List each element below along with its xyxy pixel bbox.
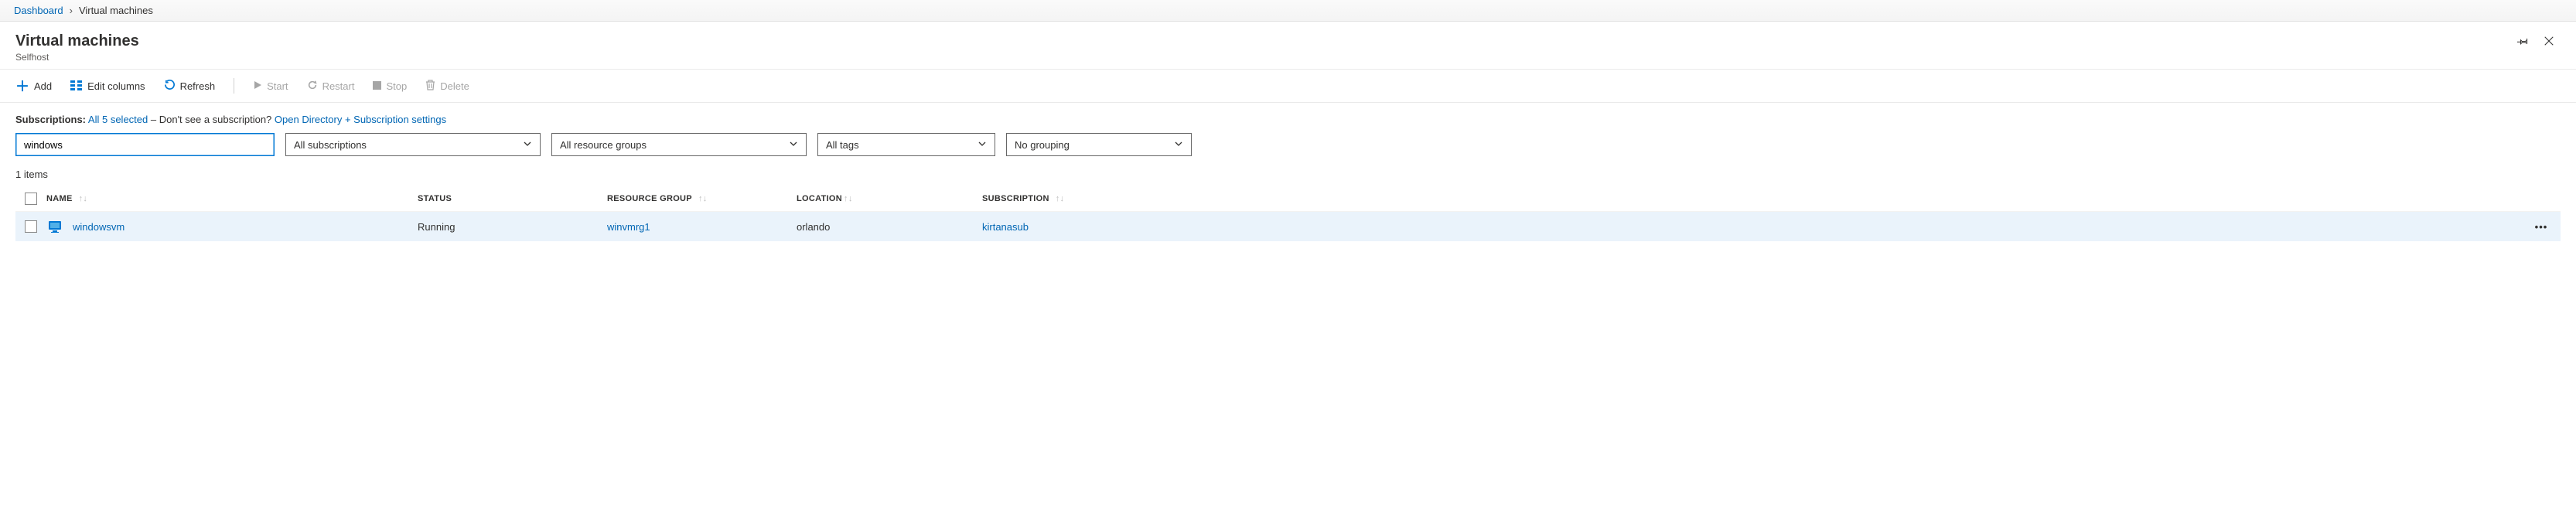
resource-groups-dropdown[interactable]: All resource groups [551, 133, 807, 156]
subscriptions-dropdown[interactable]: All subscriptions [285, 133, 541, 156]
subscriptions-hint-text: – Don't see a subscription? [151, 114, 275, 125]
subscriptions-hint: Subscriptions: All 5 selected – Don't se… [0, 103, 2576, 133]
sort-icon: ↑↓ [79, 194, 88, 203]
sort-icon: ↑↓ [844, 194, 853, 203]
page-subtitle: Selfhost [15, 52, 139, 63]
select-all-checkbox[interactable] [25, 193, 37, 205]
vm-grid: NAME↑↓ STATUS RESOURCE GROUP↑↓ LOCATION↑… [0, 186, 2576, 241]
vm-status: Running [418, 221, 607, 233]
search-input[interactable] [24, 139, 266, 151]
pin-icon[interactable] [2517, 36, 2528, 49]
stop-icon [373, 80, 381, 92]
close-icon[interactable] [2544, 36, 2554, 49]
restart-icon [307, 80, 318, 93]
chevron-down-icon [1174, 139, 1183, 151]
col-header-rg[interactable]: RESOURCE GROUP↑↓ [607, 194, 797, 203]
grouping-dropdown[interactable]: No grouping [1006, 133, 1192, 156]
col-header-name[interactable]: NAME↑↓ [46, 194, 418, 203]
vm-icon [48, 220, 62, 233]
vm-rg-link[interactable]: winvmrg1 [607, 221, 650, 233]
stop-button[interactable]: Stop [373, 80, 407, 92]
sort-icon: ↑↓ [1056, 194, 1065, 203]
grid-header: NAME↑↓ STATUS RESOURCE GROUP↑↓ LOCATION↑… [15, 186, 2561, 211]
row-checkbox[interactable] [25, 220, 37, 233]
refresh-button[interactable]: Refresh [164, 79, 216, 93]
trash-icon [425, 80, 435, 93]
vm-sub-link[interactable]: kirtanasub [982, 221, 1029, 233]
chevron-down-icon [523, 139, 532, 151]
item-count: 1 items [0, 165, 2576, 186]
col-header-status[interactable]: STATUS [418, 194, 607, 203]
refresh-icon [164, 79, 176, 93]
col-header-sub[interactable]: SUBSCRIPTION↑↓ [982, 194, 2522, 203]
vm-location: orlando [797, 221, 982, 233]
page-title: Virtual machines [15, 32, 139, 50]
search-input-wrapper[interactable] [15, 133, 275, 156]
blade-header: Virtual machines Selfhost [0, 22, 2576, 69]
filter-bar: All subscriptions All resource groups Al… [0, 133, 2576, 165]
table-row[interactable]: windowsvm Running winvmrg1 orlando kirta… [15, 211, 2561, 241]
start-button[interactable]: Start [253, 80, 288, 92]
breadcrumb: Dashboard › Virtual machines [0, 0, 2576, 22]
col-header-loc[interactable]: LOCATION↑↓ [797, 194, 982, 203]
sort-icon: ↑↓ [698, 194, 708, 203]
toolbar: ＋ Add Edit columns Refresh Start Restart… [0, 69, 2576, 103]
plus-icon: ＋ [15, 76, 29, 96]
columns-icon [70, 80, 83, 93]
chevron-right-icon: › [70, 5, 73, 16]
edit-columns-button[interactable]: Edit columns [70, 80, 145, 93]
chevron-down-icon [978, 139, 987, 151]
tags-dropdown[interactable]: All tags [817, 133, 995, 156]
restart-button[interactable]: Restart [307, 80, 355, 93]
chevron-down-icon [789, 139, 798, 151]
delete-button[interactable]: Delete [425, 80, 469, 93]
open-directory-link[interactable]: Open Directory + Subscription settings [275, 114, 446, 125]
vm-name-link[interactable]: windowsvm [73, 221, 125, 233]
row-menu-button[interactable]: ••• [2522, 221, 2561, 233]
subscriptions-label: Subscriptions: [15, 114, 86, 125]
breadcrumb-current: Virtual machines [79, 5, 153, 16]
breadcrumb-root-link[interactable]: Dashboard [14, 5, 63, 16]
add-button[interactable]: ＋ Add [15, 76, 52, 96]
play-icon [253, 80, 262, 92]
subscriptions-selected-link[interactable]: All 5 selected [88, 114, 148, 125]
